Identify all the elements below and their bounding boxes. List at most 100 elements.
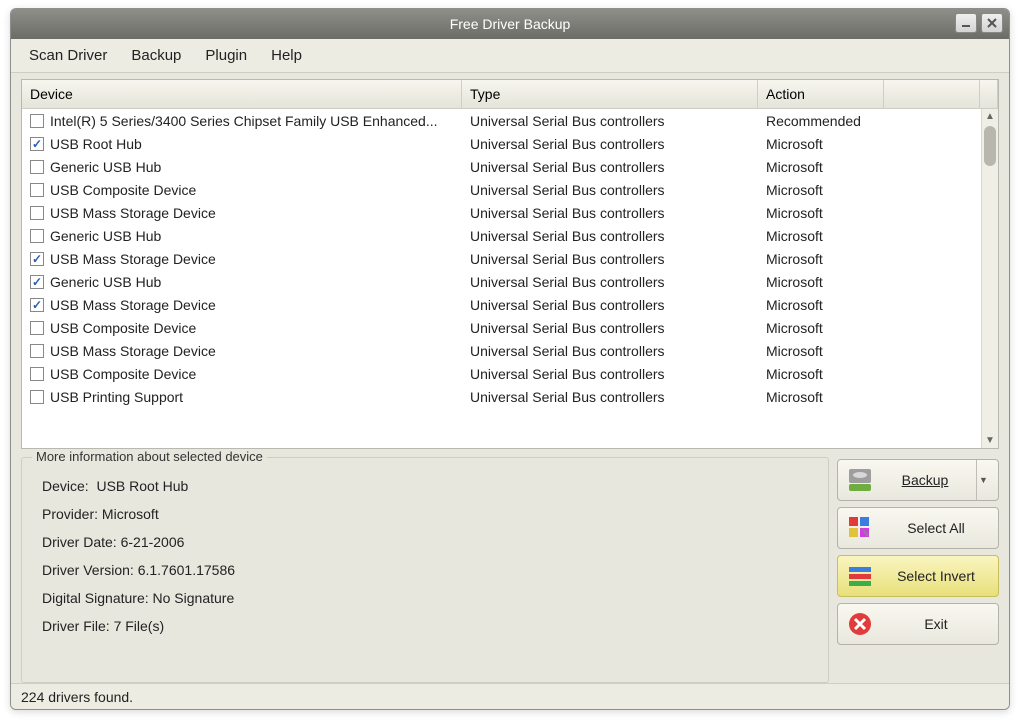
row-checkbox[interactable]: [30, 298, 44, 312]
row-type: Universal Serial Bus controllers: [462, 251, 758, 267]
row-device: USB Printing Support: [50, 389, 183, 405]
row-device: Intel(R) 5 Series/3400 Series Chipset Fa…: [50, 113, 438, 129]
close-icon: [986, 17, 998, 29]
row-device: USB Mass Storage Device: [50, 343, 216, 359]
scroll-up-icon[interactable]: ▲: [983, 109, 998, 124]
info-version: Driver Version: 6.1.7601.17586: [42, 562, 816, 578]
menu-help[interactable]: Help: [261, 43, 312, 68]
app-window: Free Driver Backup Scan Driver Backup Pl…: [10, 8, 1010, 710]
backup-label: Backup: [902, 472, 949, 488]
table-row[interactable]: USB Composite Device Universal Serial Bus…: [22, 362, 981, 385]
table-row[interactable]: USB Mass Storage DeviceUniversal Serial …: [22, 201, 981, 224]
select-invert-button[interactable]: Select Invert: [837, 555, 999, 597]
content: Device Type Action Intel(R) 5 Series/340…: [11, 73, 1009, 683]
scroll-down-icon[interactable]: ▼: [983, 433, 998, 448]
row-type: Universal Serial Bus controllers: [462, 274, 758, 290]
row-action: Microsoft: [758, 182, 884, 198]
row-checkbox[interactable]: [30, 183, 44, 197]
row-device: USB Composite Device: [50, 366, 196, 382]
close-button[interactable]: [981, 13, 1003, 33]
row-type: Universal Serial Bus controllers: [462, 366, 758, 382]
backup-dropdown[interactable]: ▼: [976, 460, 990, 500]
row-action: Microsoft: [758, 159, 884, 175]
row-action: Microsoft: [758, 320, 884, 336]
row-checkbox[interactable]: [30, 252, 44, 266]
exit-label: Exit: [882, 616, 990, 632]
exit-icon: [846, 610, 874, 638]
table-row[interactable]: USB Mass Storage Device Universal Serial …: [22, 339, 981, 362]
row-action: Recommended: [758, 113, 884, 129]
col-type[interactable]: Type: [462, 80, 758, 108]
row-device: Generic USB Hub: [50, 274, 161, 290]
row-device: USB Root Hub: [50, 136, 142, 152]
row-type: Universal Serial Bus controllers: [462, 136, 758, 152]
vertical-scrollbar[interactable]: ▲ ▼: [981, 109, 998, 448]
table-row[interactable]: USB Root Hub Universal Serial Bus control…: [22, 132, 981, 155]
row-checkbox[interactable]: [30, 367, 44, 381]
col-scroll-gutter: [980, 80, 998, 108]
row-checkbox[interactable]: [30, 114, 44, 128]
info-panel: More information about selected device D…: [21, 457, 829, 683]
row-checkbox[interactable]: [30, 321, 44, 335]
row-action: Microsoft: [758, 366, 884, 382]
row-type: Universal Serial Bus controllers: [462, 389, 758, 405]
row-action: Microsoft: [758, 251, 884, 267]
table-row[interactable]: Generic USB Hub Universal Serial Bus cont…: [22, 155, 981, 178]
bottom-area: More information about selected device D…: [21, 457, 999, 683]
select-all-label: Select All: [882, 520, 990, 536]
row-device: Generic USB Hub: [50, 228, 161, 244]
col-device[interactable]: Device: [22, 80, 462, 108]
row-action: Microsoft: [758, 228, 884, 244]
row-type: Universal Serial Bus controllers: [462, 320, 758, 336]
row-checkbox[interactable]: [30, 390, 44, 404]
row-action: Microsoft: [758, 205, 884, 221]
info-signature: Digital Signature: No Signature: [42, 590, 816, 606]
titlebar: Free Driver Backup: [11, 9, 1009, 39]
statusbar: 224 drivers found.: [11, 683, 1009, 709]
row-device: Generic USB Hub: [50, 159, 161, 175]
select-all-button[interactable]: Select All: [837, 507, 999, 549]
row-type: Universal Serial Bus controllers: [462, 182, 758, 198]
info-legend: More information about selected device: [32, 449, 267, 464]
table-row[interactable]: USB Mass Storage DeviceUniversal Serial …: [22, 247, 981, 270]
info-provider: Provider: Microsoft: [42, 506, 816, 522]
col-action[interactable]: Action: [758, 80, 884, 108]
row-action: Microsoft: [758, 297, 884, 313]
list-body: Intel(R) 5 Series/3400 Series Chipset Fa…: [22, 109, 998, 448]
table-row[interactable]: USB Composite DeviceUniversal Serial Bus…: [22, 178, 981, 201]
info-date: Driver Date: 6-21-2006: [42, 534, 816, 550]
table-row[interactable]: Generic USB Hub Universal Serial Bus cont…: [22, 270, 981, 293]
minimize-button[interactable]: [955, 13, 977, 33]
backup-button[interactable]: Backup ▼: [837, 459, 999, 501]
row-checkbox[interactable]: [30, 275, 44, 289]
window-title: Free Driver Backup: [450, 16, 571, 32]
col-extra[interactable]: [884, 80, 980, 108]
row-device: USB Mass Storage Device: [50, 297, 216, 313]
table-row[interactable]: Generic USB HubUniversal Serial Bus cont…: [22, 224, 981, 247]
side-buttons: Backup ▼ Select All: [837, 457, 999, 683]
exit-button[interactable]: Exit: [837, 603, 999, 645]
row-checkbox[interactable]: [30, 137, 44, 151]
menu-plugin[interactable]: Plugin: [195, 43, 257, 68]
row-checkbox[interactable]: [30, 229, 44, 243]
minimize-icon: [960, 17, 972, 29]
menu-scan-driver[interactable]: Scan Driver: [19, 43, 117, 68]
row-type: Universal Serial Bus controllers: [462, 343, 758, 359]
row-checkbox[interactable]: [30, 344, 44, 358]
scroll-thumb[interactable]: [984, 126, 996, 166]
menubar: Scan Driver Backup Plugin Help: [11, 39, 1009, 73]
menu-backup[interactable]: Backup: [121, 43, 191, 68]
table-row[interactable]: Intel(R) 5 Series/3400 Series Chipset Fa…: [22, 109, 981, 132]
table-row[interactable]: USB Composite DeviceUniversal Serial Bus…: [22, 316, 981, 339]
table-row[interactable]: USB Mass Storage Device Universal Serial …: [22, 293, 981, 316]
status-text: 224 drivers found.: [21, 689, 133, 705]
info-file: Driver File: 7 File(s): [42, 618, 816, 634]
info-device: Device: USB Root Hub: [42, 478, 816, 494]
row-checkbox[interactable]: [30, 206, 44, 220]
row-type: Universal Serial Bus controllers: [462, 297, 758, 313]
row-type: Universal Serial Bus controllers: [462, 113, 758, 129]
select-invert-label: Select Invert: [882, 568, 990, 584]
row-type: Universal Serial Bus controllers: [462, 159, 758, 175]
table-row[interactable]: USB Printing Support Universal Serial Bus…: [22, 385, 981, 408]
row-checkbox[interactable]: [30, 160, 44, 174]
